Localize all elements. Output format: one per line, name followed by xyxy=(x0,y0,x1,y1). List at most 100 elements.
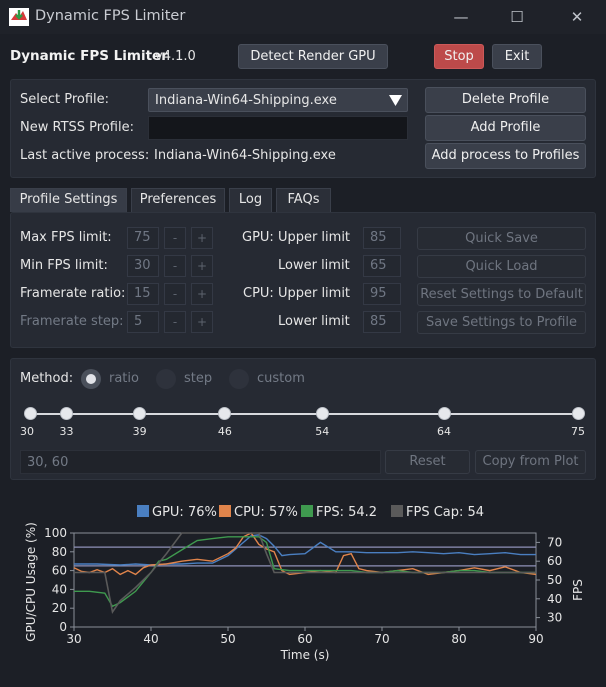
y-left-tick-label: 80 xyxy=(52,545,67,559)
x-tick-label: 60 xyxy=(297,632,312,646)
select-profile-label: Select Profile: xyxy=(20,92,110,107)
reset-settings-button[interactable]: Reset Settings to Default xyxy=(417,283,586,306)
add-profile-button[interactable]: Add Profile xyxy=(425,115,586,141)
custom-fps-values-value: 30, 60 xyxy=(27,455,69,470)
y-right-tick-label: 60 xyxy=(547,554,562,568)
method-step-radio[interactable] xyxy=(156,369,176,389)
legend-swatch xyxy=(301,505,313,517)
framerate-ratio-increment-button[interactable]: + xyxy=(191,283,213,305)
fps-slider-knob[interactable] xyxy=(315,407,329,420)
framerate-step-label: Framerate step: xyxy=(20,314,124,329)
framerate-ratio-decrement-button[interactable]: - xyxy=(164,283,186,305)
legend-label: FPS Cap: 54 xyxy=(406,505,484,520)
fps-slider-value-label: 39 xyxy=(132,425,147,438)
profile-dropdown-value: Indiana-Win64-Shipping.exe xyxy=(155,93,337,108)
y-left-tick-label: 0 xyxy=(59,620,67,634)
y-left-tick-label: 60 xyxy=(52,564,67,578)
max-fps-increment-button[interactable]: + xyxy=(191,227,213,249)
series-gpu-line xyxy=(74,534,536,566)
fps-slider-track xyxy=(30,413,578,415)
maximize-button[interactable]: ☐ xyxy=(497,6,537,28)
profile-dropdown[interactable]: Indiana-Win64-Shipping.exe xyxy=(148,88,408,112)
y-right-tick-label: 40 xyxy=(547,592,562,606)
fps-slider-knob[interactable] xyxy=(571,407,585,420)
app-name: Dynamic FPS Limiter xyxy=(10,48,168,64)
fps-slider-value-label: 64 xyxy=(437,425,452,438)
method-ratio-radio[interactable] xyxy=(81,369,101,389)
tab-profile-settings[interactable]: Profile Settings xyxy=(10,188,127,212)
last-active-process-value: Indiana-Win64-Shipping.exe xyxy=(154,148,336,163)
custom-fps-values-input[interactable]: 30, 60 xyxy=(20,450,381,474)
reset-custom-button[interactable]: Reset xyxy=(385,450,470,474)
fps-slider-knob[interactable] xyxy=(437,407,451,420)
framerate-step-decrement-button[interactable]: - xyxy=(164,311,186,333)
fps-slider-value-label: 33 xyxy=(59,425,74,438)
x-axis-label: Time (s) xyxy=(280,648,330,662)
legend-swatch xyxy=(219,505,231,517)
x-tick-label: 90 xyxy=(528,632,543,646)
y-right-tick-label: 70 xyxy=(547,535,562,549)
gpu-lower-limit-label: Lower limit xyxy=(278,258,350,273)
y-right-axis-label: FPS xyxy=(571,579,585,601)
gpu-upper-limit-label: GPU: Upper limit xyxy=(242,230,351,245)
copy-from-plot-button[interactable]: Copy from Plot xyxy=(475,450,586,474)
cpu-lower-limit-input[interactable]: 85 xyxy=(363,311,401,333)
exit-button[interactable]: Exit xyxy=(492,44,542,69)
y-right-tick-label: 50 xyxy=(547,573,562,587)
tab-log[interactable]: Log xyxy=(229,188,272,212)
min-fps-label: Min FPS limit: xyxy=(20,258,108,273)
fps-slider-knob[interactable] xyxy=(23,407,37,420)
y-right-tick-label: 30 xyxy=(547,611,562,625)
legend-swatch xyxy=(137,505,149,517)
framerate-ratio-label: Framerate ratio: xyxy=(20,286,126,301)
y-left-tick-label: 40 xyxy=(52,582,67,596)
y-left-axis-label: GPU/CPU Usage (%) xyxy=(24,522,38,642)
y-left-tick-label: 100 xyxy=(44,526,67,540)
legend-label: CPU: 57% xyxy=(234,505,298,520)
min-fps-increment-button[interactable]: + xyxy=(191,255,213,277)
tab-preferences[interactable]: Preferences xyxy=(131,188,225,212)
fps-slider-value-label: 54 xyxy=(315,425,330,438)
quick-save-button[interactable]: Quick Save xyxy=(417,227,586,250)
tab-faqs[interactable]: FAQs xyxy=(276,188,331,212)
cpu-upper-limit-label: CPU: Upper limit xyxy=(243,286,351,301)
gpu-upper-limit-input[interactable]: 85 xyxy=(363,227,401,249)
x-tick-label: 30 xyxy=(66,632,81,646)
min-fps-decrement-button[interactable]: - xyxy=(164,255,186,277)
legend-label: FPS: 54.2 xyxy=(316,505,377,520)
max-fps-decrement-button[interactable]: - xyxy=(164,227,186,249)
method-custom-radio[interactable] xyxy=(229,369,249,389)
fps-slider-knob[interactable] xyxy=(133,407,147,420)
chevron-down-icon xyxy=(389,95,402,106)
save-settings-to-profile-button[interactable]: Save Settings to Profile xyxy=(417,311,586,334)
cpu-upper-limit-input[interactable]: 95 xyxy=(363,283,401,305)
x-tick-label: 50 xyxy=(220,632,235,646)
framerate-step-increment-button[interactable]: + xyxy=(191,311,213,333)
framerate-ratio-input[interactable]: 15 xyxy=(127,283,159,305)
x-tick-label: 70 xyxy=(374,632,389,646)
min-fps-input[interactable]: 30 xyxy=(127,255,159,277)
framerate-step-input[interactable]: 5 xyxy=(127,311,159,333)
x-tick-label: 40 xyxy=(143,632,158,646)
window-title: Dynamic FPS Limiter xyxy=(35,8,186,24)
fps-slider-value-label: 75 xyxy=(571,425,585,438)
app-version: v4.1.0 xyxy=(155,49,196,64)
method-custom-label: custom xyxy=(257,371,305,386)
delete-profile-button[interactable]: Delete Profile xyxy=(425,87,586,113)
last-active-process-label: Last active process: xyxy=(20,148,150,163)
gpu-lower-limit-input[interactable]: 65 xyxy=(363,255,401,277)
add-process-to-profiles-button[interactable]: Add process to Profiles xyxy=(425,143,586,169)
detect-render-gpu-button[interactable]: Detect Render GPU xyxy=(238,44,388,69)
stop-button[interactable]: Stop xyxy=(434,44,484,69)
close-button[interactable]: ✕ xyxy=(557,6,597,28)
usage-fps-chart: GPU: 76% CPU: 57% FPS: 54.2 FPS Cap: 54 30 40… xyxy=(24,505,585,662)
fps-slider-knob[interactable] xyxy=(60,407,74,420)
new-rtss-profile-input[interactable] xyxy=(148,116,408,140)
fps-slider-value-label: 46 xyxy=(217,425,232,438)
quick-load-button[interactable]: Quick Load xyxy=(417,255,586,278)
minimize-button[interactable]: — xyxy=(441,6,481,28)
max-fps-input[interactable]: 75 xyxy=(127,227,159,249)
legend-label: GPU: 76% xyxy=(152,505,217,520)
cpu-lower-limit-label: Lower limit xyxy=(278,314,350,329)
legend-swatch xyxy=(391,505,403,517)
